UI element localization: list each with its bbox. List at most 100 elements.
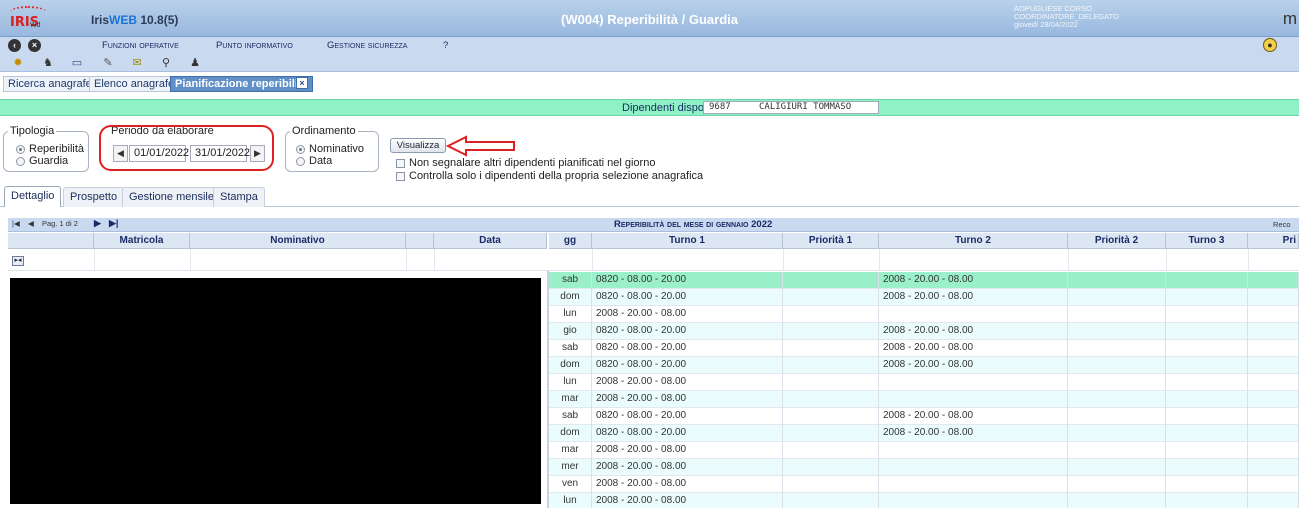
cell-empty <box>1166 340 1248 357</box>
col-spacer-2 <box>406 233 434 249</box>
col-matricola[interactable]: Matricola <box>94 233 190 249</box>
pen-icon[interactable]: ✎ <box>101 56 115 70</box>
cell-empty <box>783 391 879 408</box>
cell-empty <box>1068 374 1166 391</box>
user-status-icon[interactable]: ● <box>1263 38 1277 52</box>
cell-empty <box>1248 493 1299 508</box>
cell-empty <box>1068 408 1166 425</box>
filter-row <box>8 249 1299 271</box>
table-row[interactable]: dom 0820 - 08.00 - 20.00 2008 - 20.00 - 08… <box>549 357 1299 374</box>
wand-icon[interactable]: ⚲ <box>159 56 173 70</box>
close-tab-icon[interactable]: × <box>296 77 308 89</box>
cell-t2: 2008 - 20.00 - 08.00 <box>879 408 1068 425</box>
table-row[interactable]: dom 0820 - 08.00 - 20.00 2008 - 20.00 - 08… <box>549 289 1299 306</box>
cell-empty <box>1166 476 1248 493</box>
cell-gg: mar <box>549 391 592 408</box>
date-from-input[interactable]: 01/01/2022 <box>129 145 189 162</box>
cell-t2 <box>879 459 1068 476</box>
table-row[interactable]: ven 2008 - 20.00 - 08.00 <box>549 476 1299 493</box>
cell-empty <box>1248 425 1299 442</box>
window-icon[interactable]: ▭ <box>70 56 84 70</box>
col-priorita-1[interactable]: Priorità 1 <box>783 233 879 249</box>
cell-empty <box>1068 306 1166 323</box>
red-arrow-annotation <box>446 135 515 157</box>
date-to-input[interactable]: 31/01/2022 <box>190 145 250 162</box>
back-icon[interactable]: ‹ <box>8 39 21 52</box>
table-row[interactable]: lun 2008 - 20.00 - 08.00 <box>549 493 1299 508</box>
table-row[interactable]: lun 2008 - 20.00 - 08.00 <box>549 374 1299 391</box>
table-row[interactable]: mer 2008 - 20.00 - 08.00 <box>549 459 1299 476</box>
checkbox-non-segnalare[interactable]: Non segnalare altri dipendenti pianifica… <box>396 157 655 169</box>
tab-stampa[interactable]: Stampa <box>213 187 265 207</box>
checkbox-controlla-selezione[interactable]: Controlla solo i dipendenti della propri… <box>396 170 703 182</box>
cell-gg: gio <box>549 323 592 340</box>
note-icon[interactable]: ✉ <box>130 56 144 70</box>
cell-empty <box>1248 408 1299 425</box>
table-row[interactable]: mar 2008 - 20.00 - 08.00 <box>549 391 1299 408</box>
crumb-ricerca-anagrafe[interactable]: Ricerca anagrafe <box>3 76 97 92</box>
cell-empty <box>1068 272 1166 289</box>
available-employees-select[interactable]: 9687 CALIGIURI TOMMASO <box>703 101 879 114</box>
radio-reperibilita[interactable]: Reperibilità <box>16 143 84 155</box>
table-row[interactable]: gio 0820 - 08.00 - 20.00 2008 - 20.00 - 08… <box>549 323 1299 340</box>
cell-empty <box>1166 442 1248 459</box>
table-row[interactable]: sab 0820 - 08.00 - 20.00 2008 - 20.00 - 08… <box>549 408 1299 425</box>
table-row[interactable]: sab 0820 - 08.00 - 20.00 2008 - 20.00 - 08… <box>549 340 1299 357</box>
cell-empty <box>783 408 879 425</box>
table-row[interactable]: dom 0820 - 08.00 - 20.00 2008 - 20.00 - 08… <box>549 425 1299 442</box>
close-icon[interactable]: × <box>28 39 41 52</box>
last-page-icon[interactable]: ▶| <box>109 218 118 229</box>
col-priorita-2[interactable]: Priorità 2 <box>1068 233 1166 249</box>
col-turno-2[interactable]: Turno 2 <box>879 233 1068 249</box>
col-nominativo[interactable]: Nominativo <box>190 233 406 249</box>
prev-period-button[interactable]: ◀ <box>113 145 128 162</box>
cell-empty <box>783 306 879 323</box>
table-row[interactable]: sab 0820 - 08.00 - 20.00 2008 - 20.00 - 08… <box>549 272 1299 289</box>
cell-t1: 0820 - 08.00 - 20.00 <box>592 289 783 306</box>
cell-empty <box>1068 357 1166 374</box>
tab-dettaglio[interactable]: Dettaglio <box>4 186 62 207</box>
crumb-elenco-anagrafe[interactable]: Elenco anagrafe <box>89 76 180 92</box>
tab-prospetto[interactable]: Prospetto <box>63 187 125 207</box>
next-period-button[interactable]: ▶ <box>250 145 265 162</box>
table-row[interactable]: lun 2008 - 20.00 - 08.00 <box>549 306 1299 323</box>
prev-page-icon[interactable]: ◀ <box>28 219 34 228</box>
col-turno-1[interactable]: Turno 1 <box>592 233 783 249</box>
radio-dot-icon <box>16 156 25 166</box>
menu-gestione-sicurezza[interactable]: Gestione sicurezza <box>327 40 407 51</box>
sun-icon[interactable]: ✹ <box>11 56 25 70</box>
col-priorita-3[interactable]: Pri <box>1248 233 1299 249</box>
cell-t1: 0820 - 08.00 - 20.00 <box>592 357 783 374</box>
cell-t1: 0820 - 08.00 - 20.00 <box>592 408 783 425</box>
col-turno-3[interactable]: Turno 3 <box>1166 233 1248 249</box>
menu-funzioni-operative[interactable]: Funzioni operative <box>102 40 179 51</box>
expand-columns-icon[interactable]: ▸◂ <box>12 256 24 266</box>
title-bar: IRIS Wd IrisWEB 10.8(5) (W004) Reperibil… <box>0 0 1299 37</box>
radio-data[interactable]: Data <box>296 155 332 167</box>
iris-logo: IRIS Wd <box>8 6 48 32</box>
visualizza-button[interactable]: Visualizza <box>390 138 446 153</box>
menu-help[interactable]: ? <box>443 40 448 51</box>
cell-gg: mer <box>549 459 592 476</box>
radio-guardia[interactable]: Guardia <box>16 155 68 167</box>
grid-toolbar: |◀ ◀ Pag. 1 di 2 ▶ ▶| Reperibilità del m… <box>8 218 1299 232</box>
cell-gg: lun <box>549 493 592 508</box>
cell-empty <box>1166 493 1248 508</box>
person-icon[interactable]: ♟ <box>188 56 202 70</box>
first-page-icon[interactable]: |◀ <box>12 219 20 228</box>
col-gg[interactable]: gg <box>549 233 592 249</box>
crumb-pianificazione-reperibilita[interactable]: Pianificazione reperibilità <box>170 76 313 92</box>
cell-empty <box>1068 391 1166 408</box>
cell-empty <box>1068 476 1166 493</box>
col-data[interactable]: Data <box>434 233 547 249</box>
radio-nominativo[interactable]: Nominativo <box>296 143 364 155</box>
next-page-icon[interactable]: ▶ <box>94 218 101 229</box>
tab-gestione-mensile[interactable]: Gestione mensile <box>122 187 221 207</box>
grid-title: Reperibilità del mese di gennaio 2022 <box>614 219 773 230</box>
cell-empty <box>783 289 879 306</box>
table-row[interactable]: mar 2008 - 20.00 - 08.00 <box>549 442 1299 459</box>
cell-t2 <box>879 391 1068 408</box>
menu-punto-informativo[interactable]: Punto informativo <box>216 40 293 51</box>
cell-t1: 0820 - 08.00 - 20.00 <box>592 272 783 289</box>
users-icon[interactable]: ♞ <box>41 56 55 70</box>
